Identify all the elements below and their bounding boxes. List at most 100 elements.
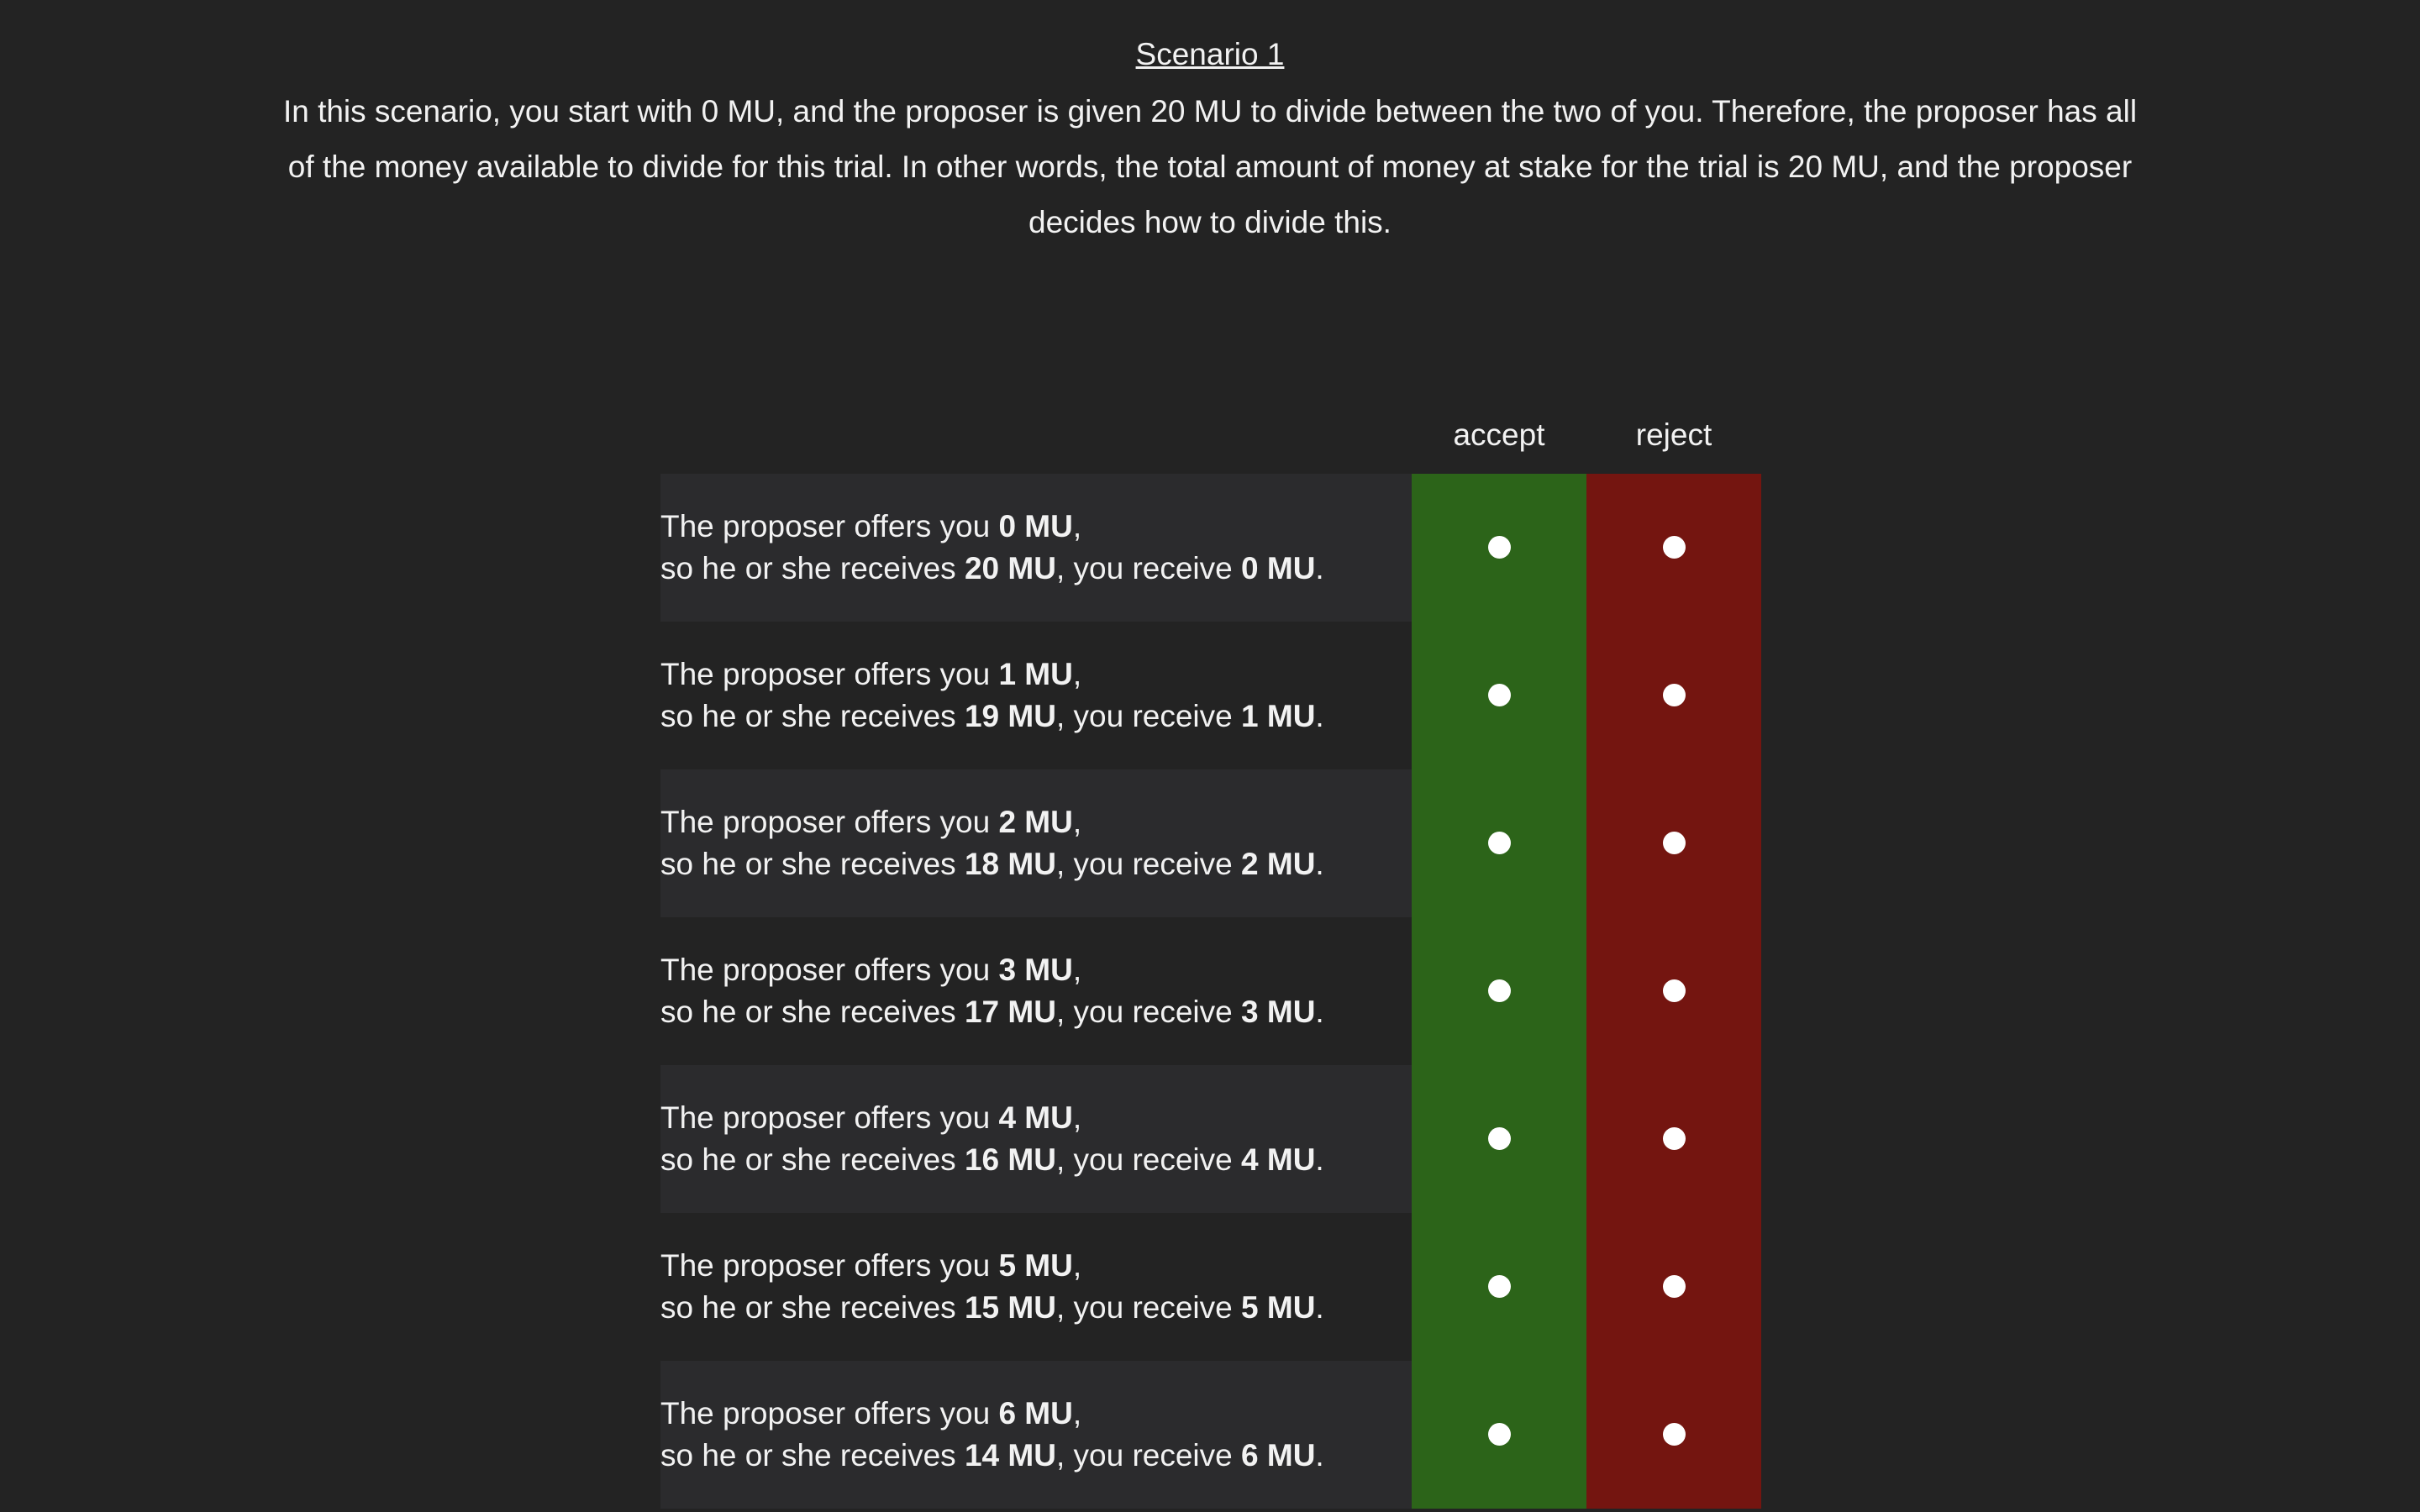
- accept-radio-button[interactable]: [1488, 979, 1511, 1002]
- offer-rows: The proposer offers you 0 MU, so he or sh…: [660, 474, 1761, 1509]
- table-header: accept reject: [660, 412, 1761, 474]
- split-line: so he or she receives 14 MU, you receive…: [660, 1435, 1412, 1477]
- split-middle: , you receive: [1055, 1290, 1242, 1325]
- split-suffix: .: [1315, 699, 1324, 733]
- split-suffix: .: [1315, 1438, 1324, 1473]
- offer-description: The proposer offers you 1 MU, so he or sh…: [660, 622, 1412, 769]
- reject-radio-button[interactable]: [1663, 1127, 1686, 1150]
- offer-description: The proposer offers you 2 MU, so he or sh…: [660, 769, 1412, 917]
- split-middle: , you receive: [1055, 699, 1242, 733]
- split-suffix: .: [1315, 847, 1324, 881]
- offer-prefix: The proposer offers you: [660, 1100, 999, 1135]
- offer-prefix: The proposer offers you: [660, 657, 999, 691]
- split-line: so he or she receives 20 MU, you receive…: [660, 548, 1412, 590]
- reject-cell[interactable]: [1586, 622, 1761, 769]
- split-line: so he or she receives 19 MU, you receive…: [660, 696, 1412, 738]
- offer-amount: 0 MU: [998, 509, 1073, 543]
- offer-line: The proposer offers you 2 MU,: [660, 801, 1412, 843]
- accept-cell[interactable]: [1412, 769, 1586, 917]
- offer-prefix: The proposer offers you: [660, 953, 999, 987]
- split-prefix: so he or she receives: [660, 1142, 965, 1177]
- accept-cell[interactable]: [1412, 917, 1586, 1065]
- accept-radio-button[interactable]: [1488, 832, 1511, 854]
- split-middle: , you receive: [1055, 551, 1242, 585]
- your-amount: 4 MU: [1241, 1142, 1316, 1177]
- split-middle: , you receive: [1055, 995, 1242, 1029]
- split-suffix: .: [1315, 1142, 1324, 1177]
- offer-prefix: The proposer offers you: [660, 1396, 999, 1431]
- offer-description: The proposer offers you 5 MU, so he or sh…: [660, 1213, 1412, 1361]
- table-row: The proposer offers you 3 MU, so he or sh…: [660, 917, 1761, 1065]
- offer-line: The proposer offers you 5 MU,: [660, 1245, 1412, 1287]
- reject-radio-button[interactable]: [1663, 684, 1686, 706]
- offer-description: The proposer offers you 4 MU, so he or sh…: [660, 1065, 1412, 1213]
- reject-cell[interactable]: [1586, 1361, 1761, 1509]
- proposer-amount: 14 MU: [964, 1438, 1056, 1473]
- offer-prefix: The proposer offers you: [660, 805, 999, 839]
- accept-cell[interactable]: [1412, 474, 1586, 622]
- accept-radio-button[interactable]: [1488, 1275, 1511, 1298]
- offer-line: The proposer offers you 4 MU,: [660, 1097, 1412, 1139]
- reject-column-header: reject: [1635, 417, 1712, 452]
- table-row: The proposer offers you 0 MU, so he or sh…: [660, 474, 1761, 622]
- offer-suffix: ,: [1072, 1100, 1082, 1135]
- offer-amount: 1 MU: [998, 657, 1073, 691]
- page: Scenario 1 In this scenario, you start w…: [0, 0, 2420, 1512]
- reject-cell[interactable]: [1586, 917, 1761, 1065]
- offer-suffix: ,: [1072, 509, 1082, 543]
- offer-line: The proposer offers you 1 MU,: [660, 654, 1412, 696]
- scenario-description: In this scenario, you start with 0 MU, a…: [282, 94, 2138, 239]
- split-line: so he or she receives 18 MU, you receive…: [660, 843, 1412, 885]
- table-row: The proposer offers you 2 MU, so he or sh…: [660, 769, 1761, 917]
- your-amount: 1 MU: [1241, 699, 1316, 733]
- accept-cell[interactable]: [1412, 622, 1586, 769]
- your-amount: 6 MU: [1241, 1438, 1316, 1473]
- split-prefix: so he or she receives: [660, 1290, 965, 1325]
- reject-cell[interactable]: [1586, 1213, 1761, 1361]
- offer-description: The proposer offers you 6 MU, so he or sh…: [660, 1361, 1412, 1509]
- offer-line: The proposer offers you 6 MU,: [660, 1393, 1412, 1435]
- proposer-amount: 20 MU: [964, 551, 1056, 585]
- split-suffix: .: [1315, 995, 1324, 1029]
- choice-table: accept reject The proposer offers you 0 …: [660, 412, 1761, 1509]
- reject-radio-button[interactable]: [1663, 979, 1686, 1002]
- accept-cell[interactable]: [1412, 1065, 1586, 1213]
- your-amount: 2 MU: [1241, 847, 1316, 881]
- reject-radio-button[interactable]: [1663, 832, 1686, 854]
- offer-amount: 5 MU: [998, 1248, 1073, 1283]
- split-middle: , you receive: [1055, 1438, 1242, 1473]
- split-prefix: so he or she receives: [660, 551, 965, 585]
- reject-cell[interactable]: [1586, 474, 1761, 622]
- offer-amount: 4 MU: [998, 1100, 1073, 1135]
- table-row: The proposer offers you 6 MU, so he or sh…: [660, 1361, 1761, 1509]
- offer-suffix: ,: [1072, 657, 1082, 691]
- split-line: so he or she receives 17 MU, you receive…: [660, 991, 1412, 1033]
- reject-radio-button[interactable]: [1663, 536, 1686, 559]
- accept-cell[interactable]: [1412, 1213, 1586, 1361]
- offer-amount: 2 MU: [998, 805, 1073, 839]
- offer-line: The proposer offers you 3 MU,: [660, 949, 1412, 991]
- split-prefix: so he or she receives: [660, 699, 965, 733]
- offer-suffix: ,: [1072, 1396, 1082, 1431]
- your-amount: 3 MU: [1241, 995, 1316, 1029]
- accept-radio-button[interactable]: [1488, 684, 1511, 706]
- reject-radio-button[interactable]: [1663, 1423, 1686, 1446]
- table-row: The proposer offers you 4 MU, so he or sh…: [660, 1065, 1761, 1213]
- accept-cell[interactable]: [1412, 1361, 1586, 1509]
- offer-suffix: ,: [1072, 805, 1082, 839]
- proposer-amount: 16 MU: [964, 1142, 1056, 1177]
- accept-radio-button[interactable]: [1488, 1423, 1511, 1446]
- reject-radio-button[interactable]: [1663, 1275, 1686, 1298]
- split-suffix: .: [1315, 551, 1324, 585]
- split-line: so he or she receives 16 MU, you receive…: [660, 1139, 1412, 1181]
- reject-cell[interactable]: [1586, 1065, 1761, 1213]
- offer-amount: 6 MU: [998, 1396, 1073, 1431]
- scenario-title: Scenario 1: [1135, 37, 1285, 71]
- accept-radio-button[interactable]: [1488, 1127, 1511, 1150]
- offer-line: The proposer offers you 0 MU,: [660, 506, 1412, 548]
- table-row: The proposer offers you 5 MU, so he or sh…: [660, 1213, 1761, 1361]
- accept-radio-button[interactable]: [1488, 536, 1511, 559]
- proposer-amount: 15 MU: [964, 1290, 1056, 1325]
- reject-cell[interactable]: [1586, 769, 1761, 917]
- offer-suffix: ,: [1072, 1248, 1082, 1283]
